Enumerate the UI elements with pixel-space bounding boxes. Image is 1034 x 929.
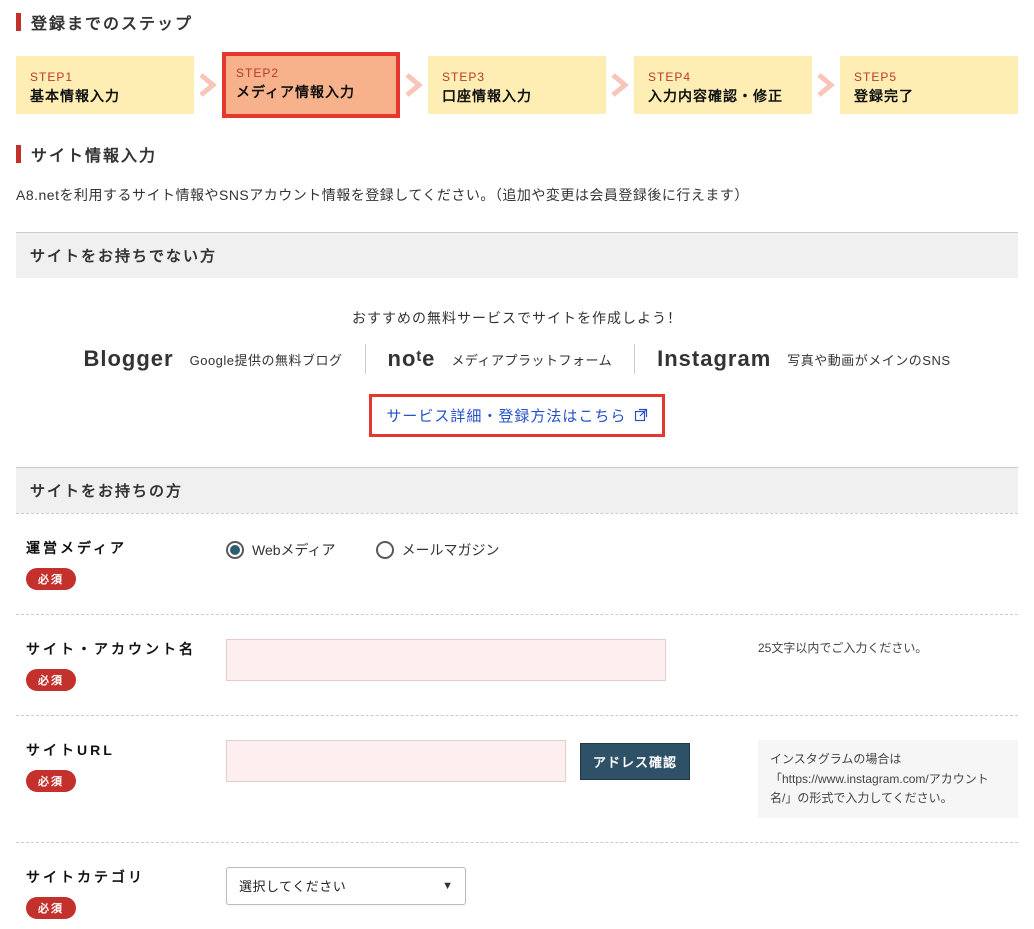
site-name-label: サイト・アカウント名 bbox=[26, 639, 226, 659]
step-3-label: 口座情報入力 bbox=[442, 86, 592, 106]
field-media-type: 運営メディア 必須 Webメディア メールマガジン bbox=[16, 513, 1018, 614]
service-instagram-name: Instagram bbox=[657, 346, 771, 372]
service-note-name: noᵗe bbox=[388, 346, 436, 372]
service-detail-link[interactable]: サービス詳細・登録方法はこちら bbox=[369, 394, 664, 437]
site-category-select[interactable]: 選択してください ▼ bbox=[226, 867, 466, 905]
step-arrow-icon bbox=[817, 73, 835, 97]
step-4: STEP4 入力内容確認・修正 bbox=[634, 56, 812, 114]
step-4-num: STEP4 bbox=[648, 70, 798, 84]
site-url-help: インスタグラムの場合は「https://www.instagram.com/アカ… bbox=[758, 740, 1018, 818]
service-note[interactable]: noᵗe メディアプラットフォーム bbox=[372, 342, 629, 376]
service-blogger-name: Blogger bbox=[83, 346, 173, 372]
step-2-num: STEP2 bbox=[236, 66, 386, 80]
service-note-desc: メディアプラットフォーム bbox=[451, 350, 612, 369]
radio-web-media[interactable]: Webメディア bbox=[226, 540, 336, 560]
step-1: STEP1 基本情報入力 bbox=[16, 56, 194, 114]
page-steps-title: 登録までのステップ bbox=[16, 10, 1018, 34]
external-link-icon bbox=[634, 408, 648, 426]
field-site-name: サイト・アカウント名 必須 25文字以内でご入力ください。 bbox=[16, 614, 1018, 715]
step-arrow-icon bbox=[199, 73, 217, 97]
service-separator bbox=[365, 344, 366, 374]
radio-checked-icon bbox=[226, 541, 244, 559]
step-3: STEP3 口座情報入力 bbox=[428, 56, 606, 114]
service-blogger[interactable]: Blogger Google提供の無料ブログ bbox=[67, 342, 358, 376]
title-bar bbox=[16, 145, 21, 163]
step-1-num: STEP1 bbox=[30, 70, 180, 84]
step-2-label: メディア情報入力 bbox=[236, 82, 386, 102]
field-site-category: サイトカテゴリ 必須 選択してください ▼ bbox=[16, 842, 1018, 929]
service-instagram-desc: 写真や動画がメインのSNS bbox=[787, 350, 950, 369]
radio-mail-magazine-label: メールマガジン bbox=[402, 540, 500, 560]
field-site-url: サイトURL 必須 アドレス確認 インスタグラムの場合は「https://www… bbox=[16, 715, 1018, 842]
step-5-label: 登録完了 bbox=[854, 86, 1004, 106]
step-5-num: STEP5 bbox=[854, 70, 1004, 84]
service-blogger-desc: Google提供の無料ブログ bbox=[190, 350, 343, 369]
required-badge: 必須 bbox=[26, 669, 76, 691]
step-1-label: 基本情報入力 bbox=[30, 86, 180, 106]
page-steps-title-text: 登録までのステップ bbox=[31, 10, 193, 34]
required-badge: 必須 bbox=[26, 897, 76, 919]
media-type-radio-group: Webメディア メールマガジン bbox=[226, 540, 500, 560]
site-name-help: 25文字以内でご入力ください。 bbox=[758, 639, 1018, 658]
address-confirm-button[interactable]: アドレス確認 bbox=[580, 743, 690, 780]
site-category-label: サイトカテゴリ bbox=[26, 867, 226, 887]
radio-mail-magazine[interactable]: メールマガジン bbox=[376, 540, 500, 560]
site-name-input[interactable] bbox=[226, 639, 666, 681]
title-bar bbox=[16, 13, 21, 31]
step-3-num: STEP3 bbox=[442, 70, 592, 84]
media-type-label: 運営メディア bbox=[26, 538, 226, 558]
radio-unchecked-icon bbox=[376, 541, 394, 559]
site-info-title: サイト情報入力 bbox=[16, 142, 1018, 166]
service-separator bbox=[634, 344, 635, 374]
intro-text: A8.netを利用するサイト情報やSNSアカウント情報を登録してください。（追加… bbox=[16, 184, 1018, 206]
step-2: STEP2 メディア情報入力 bbox=[222, 52, 400, 118]
site-info-title-text: サイト情報入力 bbox=[31, 142, 157, 166]
no-site-header: サイトをお持ちでない方 bbox=[16, 232, 1018, 278]
step-arrow-icon bbox=[405, 73, 423, 97]
required-badge: 必須 bbox=[26, 568, 76, 590]
step-5: STEP5 登録完了 bbox=[840, 56, 1018, 114]
radio-web-media-label: Webメディア bbox=[252, 540, 336, 560]
site-url-input[interactable] bbox=[226, 740, 566, 782]
site-url-label: サイトURL bbox=[26, 740, 226, 760]
recommended-services: Blogger Google提供の無料ブログ noᵗe メディアプラットフォーム… bbox=[16, 342, 1018, 376]
recommend-text: おすすめの無料サービスでサイトを作成しよう！ bbox=[16, 308, 1018, 328]
service-detail-link-text: サービス詳細・登録方法はこちら bbox=[386, 408, 626, 425]
have-site-header: サイトをお持ちの方 bbox=[16, 467, 1018, 513]
site-category-select-text: 選択してください bbox=[239, 876, 346, 895]
service-instagram[interactable]: Instagram 写真や動画がメインのSNS bbox=[641, 342, 966, 376]
required-badge: 必須 bbox=[26, 770, 76, 792]
step-indicator: STEP1 基本情報入力 STEP2 メディア情報入力 STEP3 口座情報入力… bbox=[16, 52, 1018, 118]
chevron-down-icon: ▼ bbox=[442, 880, 453, 892]
step-4-label: 入力内容確認・修正 bbox=[648, 86, 798, 106]
step-arrow-icon bbox=[611, 73, 629, 97]
